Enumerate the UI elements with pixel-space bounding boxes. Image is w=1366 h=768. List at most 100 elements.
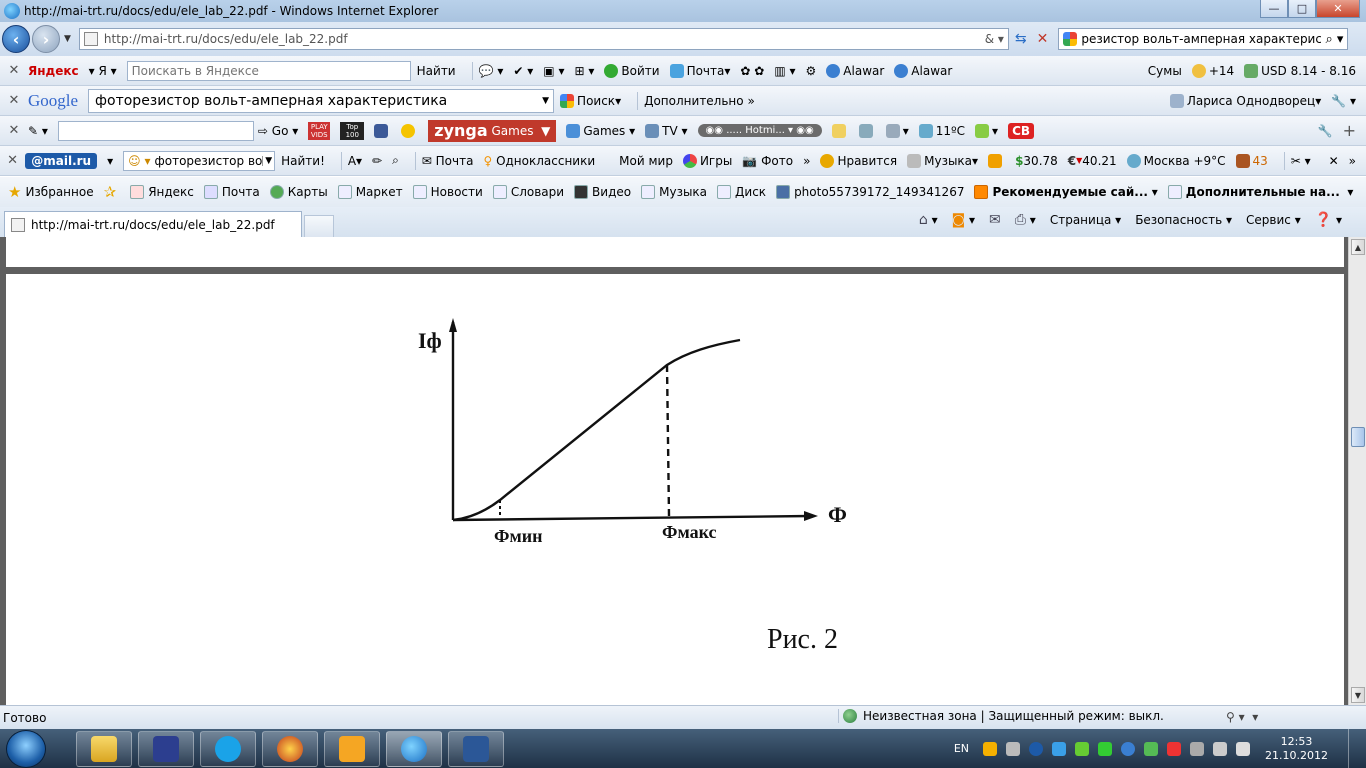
weather-widget[interactable]: +14: [1191, 63, 1234, 78]
alawar-button-2[interactable]: Alawar: [894, 63, 952, 78]
myworld-button[interactable]: Мой мир: [619, 154, 673, 168]
media-player-widget[interactable]: ◉◉ ..... Hotmi... ▾ ◉◉: [697, 124, 822, 137]
fav-item-market[interactable]: Маркет: [337, 185, 403, 199]
history-dropdown-icon[interactable]: ▼: [64, 34, 71, 44]
tray-icon-green[interactable]: [1075, 741, 1090, 756]
city-label[interactable]: Сумы: [1148, 64, 1182, 78]
plugin-icon[interactable]: ▾: [975, 123, 998, 138]
scroll-down-button[interactable]: ▼: [1351, 687, 1365, 703]
url-input[interactable]: http://mai-trt.ru/docs/edu/ele_lab_22.pd…: [78, 28, 1009, 50]
yandex-dropdown-icon[interactable]: ▾ Я ▾: [89, 64, 117, 78]
google-user-menu[interactable]: Лариса Однодворец ▾: [1169, 93, 1321, 108]
fav-item-yandex[interactable]: Яндекс: [130, 185, 194, 199]
close-toolbar-icon[interactable]: ✕: [0, 153, 25, 168]
minimize-button[interactable]: —: [1260, 0, 1288, 18]
help-button[interactable]: ❓ ▾: [1315, 212, 1342, 228]
zynga-games-button[interactable]: zynga Games ▼: [428, 119, 557, 142]
home-button[interactable]: ⌂ ▾: [919, 212, 938, 228]
taskbar-save[interactable]: [138, 730, 194, 767]
google-search-button[interactable]: Поиск ▾: [560, 93, 621, 108]
google-search-input[interactable]: фоторезистор вольт-амперная характеристи…: [88, 88, 555, 113]
yandex-mail-button[interactable]: Почта ▾: [669, 63, 730, 78]
tray-icon-c[interactable]: [1029, 741, 1044, 756]
add-toolbar-icon[interactable]: +: [1343, 121, 1356, 140]
weather-button[interactable]: Москва +9°С: [1126, 153, 1226, 168]
fav-additional[interactable]: Дополнительные на... ▾: [1167, 185, 1353, 199]
notification-icon[interactable]: [988, 153, 1005, 168]
clock[interactable]: 12:53 21.10.2012: [1265, 735, 1328, 763]
photo-button[interactable]: 📷 Фото: [742, 154, 793, 168]
mailru-query-dropdown[interactable]: ▼: [262, 155, 274, 166]
fav-item-video[interactable]: Видео: [574, 185, 631, 199]
tools-icon[interactable]: ✂ ▾: [1291, 154, 1311, 168]
yandex-find-button[interactable]: Найти: [417, 64, 456, 78]
wrench-icon[interactable]: 🔧: [1318, 124, 1333, 138]
weather-button[interactable]: 11ºC: [918, 123, 965, 138]
go-button[interactable]: ⇨ Go ▾: [258, 124, 298, 138]
more-chevron-icon[interactable]: »: [803, 154, 810, 168]
compat-view-icon[interactable]: & ▾: [981, 32, 1008, 46]
fav-item-photo[interactable]: photo55739172_149341267: [776, 185, 964, 199]
tray-icon-network[interactable]: [1121, 741, 1136, 756]
read-mail-button[interactable]: ✉: [989, 212, 1001, 228]
page-menu[interactable]: Страница ▾: [1050, 213, 1121, 227]
currency-widget[interactable]: USD 8.14 - 8.16: [1244, 63, 1356, 78]
tray-icon-settings[interactable]: [1006, 741, 1021, 756]
mailru-search-input[interactable]: ☺ ▾ фоторезистор вольт ▼: [123, 150, 276, 171]
fav-item-dictionaries[interactable]: Словари: [492, 185, 564, 199]
find-on-page-icon[interactable]: ⌕: [392, 153, 399, 168]
eur-rate[interactable]: € ▼ 40.21: [1068, 154, 1117, 168]
tray-icon-outlook[interactable]: [983, 741, 998, 756]
google-more-button[interactable]: Дополнительно »: [644, 94, 755, 108]
close-toolbar-icon[interactable]: ✕: [0, 63, 28, 78]
taskbar-ie[interactable]: [386, 730, 442, 767]
favorites-button[interactable]: ★ Избранное: [8, 183, 94, 201]
taskbar-outlook[interactable]: [324, 730, 380, 767]
tray-icon-up[interactable]: [1052, 741, 1067, 756]
tray-icon-monitor[interactable]: [1190, 741, 1205, 756]
font-size-icon[interactable]: A▾: [348, 154, 362, 168]
close-button[interactable]: ✕: [1316, 0, 1360, 18]
facebook-icon[interactable]: [374, 123, 391, 138]
fav-item-news[interactable]: Новости: [412, 185, 483, 199]
maximize-button[interactable]: □: [1288, 0, 1316, 18]
toolbar-logo-icon[interactable]: ✎ ▾: [28, 124, 48, 138]
scroll-thumb[interactable]: [1351, 427, 1365, 447]
back-button[interactable]: ‹: [2, 25, 30, 53]
cb-button[interactable]: CB: [1008, 122, 1035, 139]
games-button[interactable]: Games ▾: [566, 123, 635, 138]
volume-icon[interactable]: [1213, 741, 1228, 756]
tv-button[interactable]: TV ▾: [645, 123, 688, 138]
highlight-icon[interactable]: ✏: [372, 154, 382, 168]
usd-rate[interactable]: $30.78: [1015, 154, 1058, 168]
chat-icon[interactable]: 💬 ▾: [479, 64, 504, 78]
mailru-mail-button[interactable]: ✉ Почта: [422, 154, 474, 168]
show-desktop-button[interactable]: [1348, 729, 1360, 768]
overflow-chevron-icon[interactable]: »: [1349, 154, 1356, 168]
print-button[interactable]: ⎙ ▾: [1015, 212, 1036, 228]
spellcheck-icon[interactable]: ✔ ▾: [513, 64, 533, 78]
security-zone[interactable]: Неизвестная зона | Защищенный режим: вык…: [838, 709, 1164, 723]
stop-icon[interactable]: ✕: [1037, 31, 1049, 47]
forward-button[interactable]: ›: [32, 25, 60, 53]
search-magnifier-icon[interactable]: ⌕ ▾: [1321, 32, 1347, 47]
bookmark-icon[interactable]: ⊞ ▾: [574, 64, 594, 78]
zoom-control[interactable]: ⚲ ▾ ▾: [1226, 710, 1258, 724]
taskbar-app[interactable]: [262, 730, 318, 767]
translate-icon[interactable]: ▣ ▾: [543, 64, 564, 78]
taskbar-explorer[interactable]: [76, 730, 132, 767]
play-vids-button[interactable]: PLAY VIDS: [308, 121, 331, 140]
tray-icon-flag[interactable]: [1167, 741, 1182, 756]
refresh-icon[interactable]: ⇆: [1015, 31, 1027, 47]
mailru-dropdown-icon[interactable]: ▾: [107, 154, 113, 168]
tab-active[interactable]: http://mai-trt.ru/docs/edu/ele_lab_22.pd…: [4, 211, 302, 237]
alawar-button-1[interactable]: Alawar: [826, 63, 884, 78]
close-mailru-icon[interactable]: ✕: [1329, 154, 1339, 168]
close-toolbar-icon[interactable]: ✕: [0, 93, 28, 108]
feeds-button[interactable]: ◙ ▾: [952, 212, 975, 228]
fav-recommended[interactable]: Рекомендуемые сай... ▾: [974, 185, 1158, 199]
tray-icon-check[interactable]: [1144, 741, 1159, 756]
books-icon[interactable]: ▥ ▾: [774, 64, 795, 78]
calendar-icon[interactable]: [858, 123, 876, 138]
chat-bubble-icon[interactable]: [831, 123, 849, 138]
